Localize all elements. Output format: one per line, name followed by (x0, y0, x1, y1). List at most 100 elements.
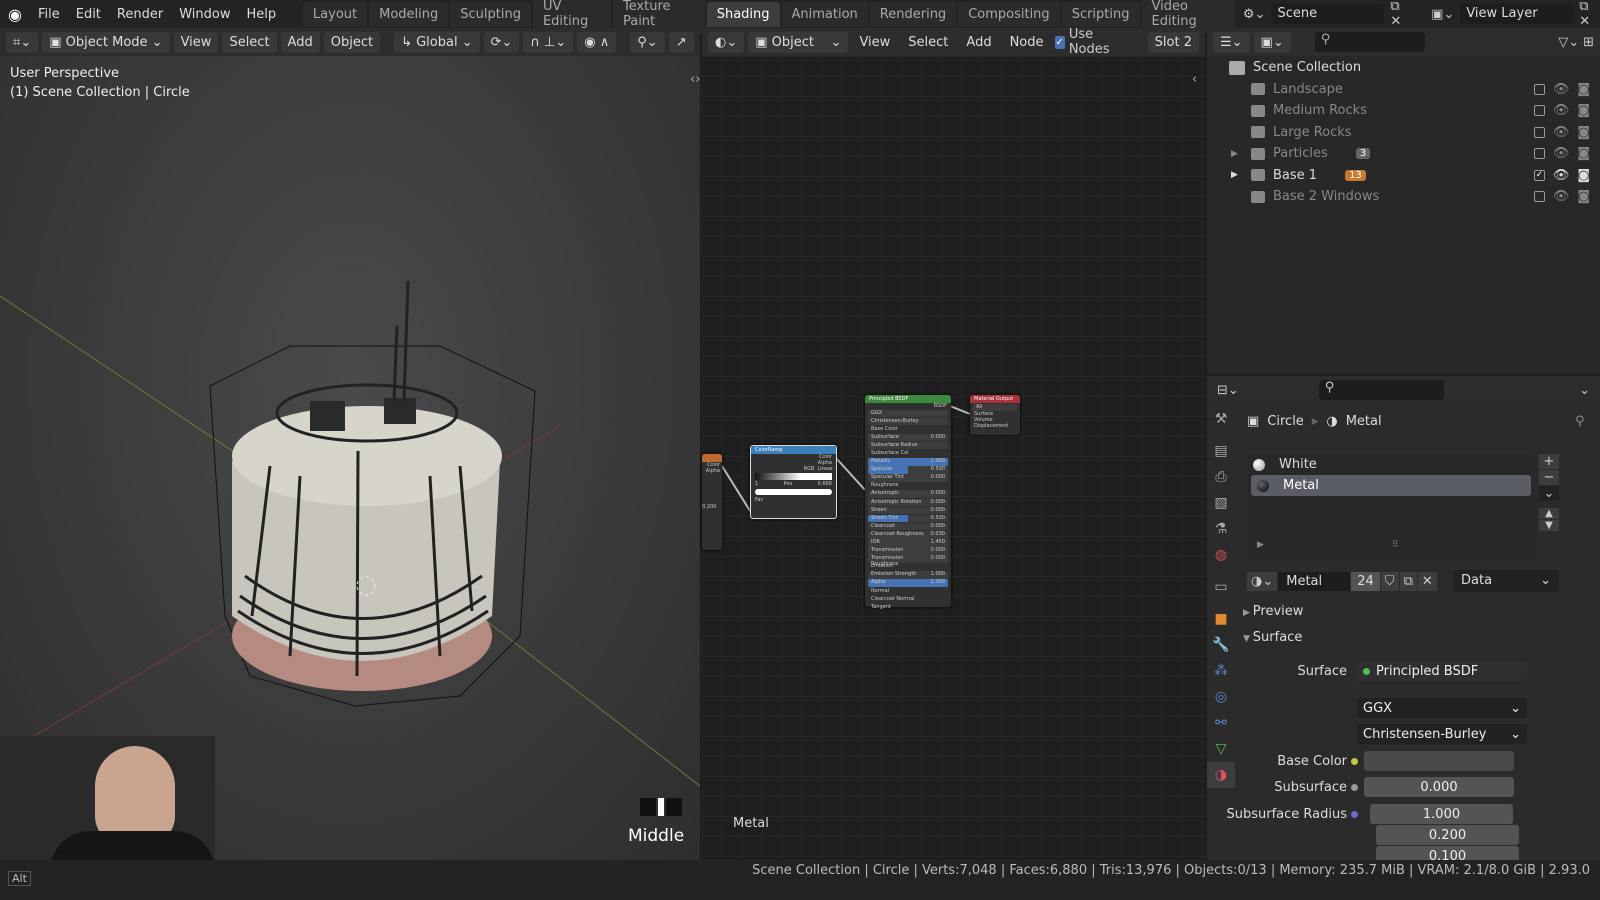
sidebar-toggle-icon[interactable]: ‹ (1192, 72, 1197, 87)
distribution-dropdown[interactable]: GGX⌄ (1357, 698, 1527, 718)
surface-shader-field[interactable]: Principled BSDF (1357, 661, 1527, 681)
menu-render[interactable]: Render (109, 7, 171, 22)
bsdf-input-row[interactable]: Anisotropic0.000 (868, 490, 948, 498)
tab-rendering[interactable]: Rendering (870, 2, 956, 27)
pin-icon[interactable]: ⚲ (1575, 414, 1585, 429)
exclude-checkbox[interactable] (1534, 191, 1545, 202)
principled-bsdf-node[interactable]: Principled BSDF BSDF GGX Christensen-Bur… (865, 395, 951, 607)
add-slot-icon[interactable]: + (1539, 454, 1559, 469)
view-layer-icon[interactable]: ▣⌄ (1431, 7, 1454, 22)
view-menu[interactable]: View (174, 32, 219, 53)
add-menu[interactable]: Add (281, 32, 320, 53)
bsdf-input-row[interactable]: Emission (868, 563, 948, 571)
camera-icon[interactable]: ◙ (1577, 125, 1590, 140)
camera-icon[interactable]: ◙ (1577, 168, 1590, 183)
ramp-interp[interactable]: Linear (817, 466, 833, 472)
node-view-menu[interactable]: View (852, 32, 897, 53)
material-slot-list[interactable]: White Metal ▶ ⠿ (1247, 454, 1535, 561)
shader-object-dropdown[interactable]: ▣ Object ⌄ (748, 32, 848, 53)
eye-icon[interactable]: 👁 (1553, 82, 1570, 97)
proportional-edit-icon[interactable]: ◉ ∧ (577, 32, 616, 53)
move-up-icon[interactable]: ▲ (1539, 508, 1559, 519)
scene-icon[interactable]: ⚙⌄ (1243, 7, 1266, 22)
material-name-field[interactable]: Metal (1278, 572, 1350, 591)
tab-compositing[interactable]: Compositing (958, 2, 1060, 27)
exclude-checkbox[interactable] (1534, 84, 1545, 95)
output-tab-icon[interactable]: ⎙ (1207, 464, 1235, 490)
editor-type-icon[interactable]: ⌗⌄ (6, 32, 38, 53)
bsdf-input-row[interactable]: Specular0.500 (868, 466, 948, 474)
3d-viewport[interactable]: User Perspective (1) Scene Collection | … (0, 56, 700, 860)
properties-search-input[interactable]: ⚲ (1319, 380, 1444, 400)
snap-icon[interactable]: ∩ ⊥⌄ (523, 32, 573, 53)
blender-logo-icon[interactable]: ◉ (0, 5, 30, 24)
subsurface-field[interactable]: 0.000 (1364, 777, 1514, 797)
overlay-icon[interactable]: ↗ (669, 32, 694, 53)
world-tab-icon[interactable]: ◍ (1207, 542, 1235, 568)
bsdf-input-row[interactable]: Emission Strength1.000 (868, 571, 948, 579)
camera-icon[interactable]: ◙ (1577, 189, 1590, 204)
user-count[interactable]: 24 (1351, 572, 1380, 591)
expand-arrow-icon[interactable]: ▶ (1231, 170, 1238, 180)
outliner-search-input[interactable]: ⚲ (1315, 32, 1425, 52)
node-node-menu[interactable]: Node (1003, 32, 1051, 53)
collection-tab-icon[interactable]: ▭ (1207, 574, 1235, 600)
bsdf-input-row[interactable]: IOR1.450 (868, 539, 948, 547)
bsdf-input-row[interactable]: Transmission0.000 (868, 547, 948, 555)
scene-tab-icon[interactable]: ⚗ (1207, 516, 1235, 542)
ramp-mode[interactable]: RGB (804, 466, 815, 472)
ramp-index[interactable]: 1 (755, 481, 758, 487)
material-output-node[interactable]: Material Output All Surface Volume Displ… (970, 395, 1020, 435)
sss-method-dropdown[interactable]: Christensen-Burley⌄ (1357, 724, 1527, 744)
copy-scene-icon[interactable]: ⧉ ✕ (1390, 0, 1411, 29)
view-layer-selector[interactable]: View Layer (1460, 4, 1573, 24)
bsdf-input-row[interactable]: Clearcoat Roughness0.030 (868, 531, 948, 539)
exclude-checkbox[interactable]: ✓ (1534, 170, 1545, 181)
duplicate-material-icon[interactable]: ⧉ (1400, 572, 1417, 591)
unlink-material-icon[interactable]: ✕ (1418, 572, 1437, 591)
object-menu[interactable]: Object (324, 32, 380, 53)
camera-icon[interactable]: ◙ (1577, 103, 1590, 118)
exclude-checkbox[interactable] (1534, 105, 1545, 116)
menu-window[interactable]: Window (171, 7, 238, 22)
remove-slot-icon[interactable]: − (1539, 470, 1559, 485)
bsdf-input-row[interactable]: Metallic1.000 (868, 458, 948, 466)
bsdf-input-row[interactable]: Roughness (868, 482, 948, 490)
bsdf-input-row[interactable]: Normal (868, 588, 948, 596)
new-collection-icon[interactable]: ⊞ (1583, 35, 1594, 50)
texture-node[interactable]: Color Alpha 0.200 (702, 454, 722, 550)
eye-icon[interactable]: 👁 (1553, 125, 1570, 140)
bsdf-input-row[interactable]: Subsurface0.000 (868, 434, 948, 442)
tool-tab-icon[interactable]: ⚒ (1207, 406, 1235, 432)
eye-icon[interactable]: 👁 (1553, 103, 1570, 118)
fake-user-icon[interactable]: ⛉ (1381, 572, 1399, 591)
bsdf-input-row[interactable]: Clearcoat0.000 (868, 523, 948, 531)
bsdf-input-row[interactable]: Clearcoat Normal (868, 596, 948, 604)
expand-filter-icon[interactable]: ▶ (1257, 540, 1264, 550)
camera-icon[interactable]: ◙ (1577, 82, 1590, 97)
bsdf-input-row[interactable]: Sheen0.000 (868, 507, 948, 515)
bsdf-input-row[interactable]: Anisotropic Rotation0.000 (868, 499, 948, 507)
node-select-menu[interactable]: Select (901, 32, 955, 53)
tab-animation[interactable]: Animation (782, 2, 868, 27)
tab-shading[interactable]: Shading (707, 2, 780, 27)
bsdf-input-row[interactable]: Tangent (868, 604, 948, 612)
expand-arrows-icon[interactable]: ‹› (690, 72, 700, 87)
copy-view-layer-icon[interactable]: ⧉ ✕ (1579, 0, 1600, 29)
outliner-item[interactable]: Large Rocks👁◙ (1207, 122, 1600, 144)
radius-x-field[interactable]: 1.000 (1370, 804, 1513, 824)
options-dropdown-icon[interactable]: ⌄ (1579, 383, 1590, 398)
bsdf-distribution[interactable]: GGX (868, 410, 948, 418)
orientation-dropdown[interactable]: ↳ Global ⌄ (394, 32, 480, 53)
slot-specials-icon[interactable]: ⌄ (1539, 486, 1559, 501)
tab-scripting[interactable]: Scripting (1062, 2, 1140, 27)
slot-white[interactable]: White (1247, 454, 1535, 475)
slot-metal[interactable]: Metal (1251, 475, 1531, 496)
expand-arrow-icon[interactable]: ▶ (1231, 149, 1238, 159)
ramp-color-swatch[interactable] (755, 489, 832, 495)
ramp-gradient[interactable] (755, 473, 832, 480)
ramp-pos[interactable]: 0.666 (818, 481, 832, 487)
exclude-checkbox[interactable] (1534, 127, 1545, 138)
menu-help[interactable]: Help (238, 7, 284, 22)
outliner-item[interactable]: Medium Rocks👁◙ (1207, 100, 1600, 122)
